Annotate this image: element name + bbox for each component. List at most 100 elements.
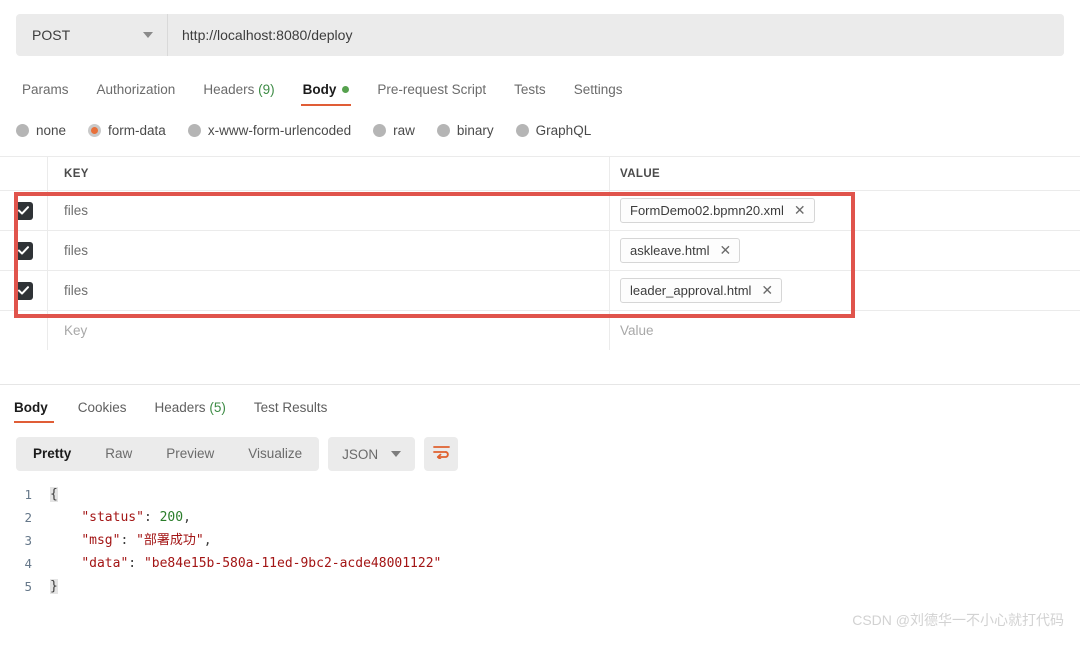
request-tab-label: Authorization [96,82,176,97]
remove-file-icon[interactable]: ✕ [719,244,731,258]
url-input[interactable]: http://localhost:8080/deploy [168,14,1064,56]
header-key-cell: KEY [48,157,610,190]
file-name: leader_approval.html [630,283,752,298]
row-value-cell: askleave.html ✕ [610,231,1080,270]
row-checkbox[interactable] [14,241,33,260]
row-key-input[interactable]: files [48,231,610,270]
format-option-raw[interactable]: Raw [88,437,149,471]
body-type-radio-x-www-form-urlencoded[interactable]: x-www-form-urlencoded [187,122,352,138]
file-name: askleave.html [630,243,710,258]
line-number: 4 [24,556,32,571]
row-value-cell: leader_approval.html ✕ [610,271,1080,310]
request-tab-pre-request-script[interactable]: Pre-request Script [363,82,500,106]
row-checkbox-cell [0,231,48,270]
code-token: { [50,487,58,502]
response-format-toolbar: Pretty Raw Preview Visualize JSON [0,437,1080,471]
response-tab-cookies[interactable]: Cookies [64,400,141,423]
request-tab-body[interactable]: Body [289,82,364,106]
code-token: "be84e15b-580a-11ed-9bc2-acde48001122" [143,556,442,571]
code-line: 4 "data": "be84e15b-580a-11ed-9bc2-acde4… [16,552,1080,575]
radio-icon [515,123,529,137]
empty-row-checkbox-cell [0,311,48,350]
row-checkbox-cell [0,191,48,230]
header-checkbox-cell [0,157,48,190]
body-type-radio-binary[interactable]: binary [436,122,494,138]
row-checkbox[interactable] [14,201,33,220]
response-tabs: Body Cookies Headers (5) Test Results [0,385,1080,423]
row-key-input[interactable]: files [48,191,610,230]
remove-file-icon[interactable]: ✕ [761,284,773,298]
table-body: files FormDemo02.bpmn20.xml ✕ files askleave… [0,190,1080,310]
response-language-label: JSON [342,446,379,462]
code-line: 2 "status": 200, [16,506,1080,529]
code-token: : [128,556,144,571]
request-tab-label: Pre-request Script [377,82,487,97]
response-tab-headers[interactable]: Headers (5) [141,400,240,423]
row-key-text: files [64,203,89,218]
file-chip[interactable]: leader_approval.html ✕ [620,278,783,303]
empty-value-placeholder: Value [620,323,654,338]
code-token: "部署成功" [136,533,204,548]
code-line: 1{ [16,483,1080,506]
table-row[interactable]: files askleave.html ✕ [0,230,1080,270]
format-option-visualize[interactable]: Visualize [231,437,319,471]
request-tab-label: Body [302,82,337,97]
code-token: "msg" [81,533,121,548]
body-type-label: binary [456,122,494,138]
radio-icon [16,123,29,137]
row-checkbox[interactable] [14,281,33,300]
radio-icon [88,123,102,137]
file-chip[interactable]: FormDemo02.bpmn20.xml ✕ [620,198,815,223]
response-tab-test-results[interactable]: Test Results [240,400,342,423]
empty-key-placeholder: Key [64,323,88,338]
body-type-label: none [36,122,67,138]
watermark-text: CSDN @刘德华一不小心就打代码 [852,612,1064,628]
http-method-select[interactable]: POST [16,14,168,56]
request-tab-headers[interactable]: Headers (9) [189,82,288,106]
code-token: 200 [159,510,184,525]
request-tab-settings[interactable]: Settings [560,82,637,106]
empty-value-input[interactable]: Value [610,311,1080,350]
code-text: "status": 200, [50,506,191,529]
code-token: : [143,510,160,525]
format-option-pretty[interactable]: Pretty [16,437,88,471]
row-key-input[interactable]: files [48,271,610,310]
request-tab-authorization[interactable]: Authorization [83,82,190,106]
response-language-select[interactable]: JSON [328,437,416,471]
chevron-down-icon [391,451,402,457]
body-type-radio-none[interactable]: none [16,123,66,138]
code-token: "status" [81,510,144,525]
radio-icon [436,123,450,137]
request-tab-tests[interactable]: Tests [500,82,560,106]
request-tab-count: (9) [258,82,275,97]
code-token: , [183,510,191,525]
line-number: 1 [24,487,32,502]
response-tab-label: Cookies [77,400,127,415]
format-segmented-control: Pretty Raw Preview Visualize [16,437,320,471]
file-chip[interactable]: askleave.html ✕ [620,238,741,263]
code-text: "data": "be84e15b-580a-11ed-9bc2-acde480… [50,552,441,575]
remove-file-icon[interactable]: ✕ [794,204,806,218]
request-tab-params[interactable]: Params [16,82,83,106]
body-type-radio-form-data[interactable]: form-data [88,123,166,138]
request-url-bar-container: POST http://localhost:8080/deploy [0,0,1080,56]
file-name: FormDemo02.bpmn20.xml [630,203,784,218]
format-option-preview[interactable]: Preview [149,437,231,471]
body-type-radio-raw[interactable]: raw [373,123,415,138]
response-tab-body[interactable]: Body [14,400,64,423]
word-wrap-icon [432,445,450,464]
table-row[interactable]: files FormDemo02.bpmn20.xml ✕ [0,190,1080,230]
empty-key-input[interactable]: Key [48,311,610,350]
line-number: 5 [24,579,32,594]
table-row[interactable]: files leader_approval.html ✕ [0,270,1080,310]
http-method-label: POST [32,27,71,43]
column-header-key: KEY [64,167,89,180]
body-type-label: x-www-form-urlencoded [207,122,352,138]
body-type-radio-GraphQL[interactable]: GraphQL [515,123,591,138]
response-tab-label: Headers [154,400,206,415]
request-tab-label: Headers [203,82,255,97]
table-row-empty[interactable]: Key Value [0,310,1080,350]
word-wrap-button[interactable] [424,437,459,471]
